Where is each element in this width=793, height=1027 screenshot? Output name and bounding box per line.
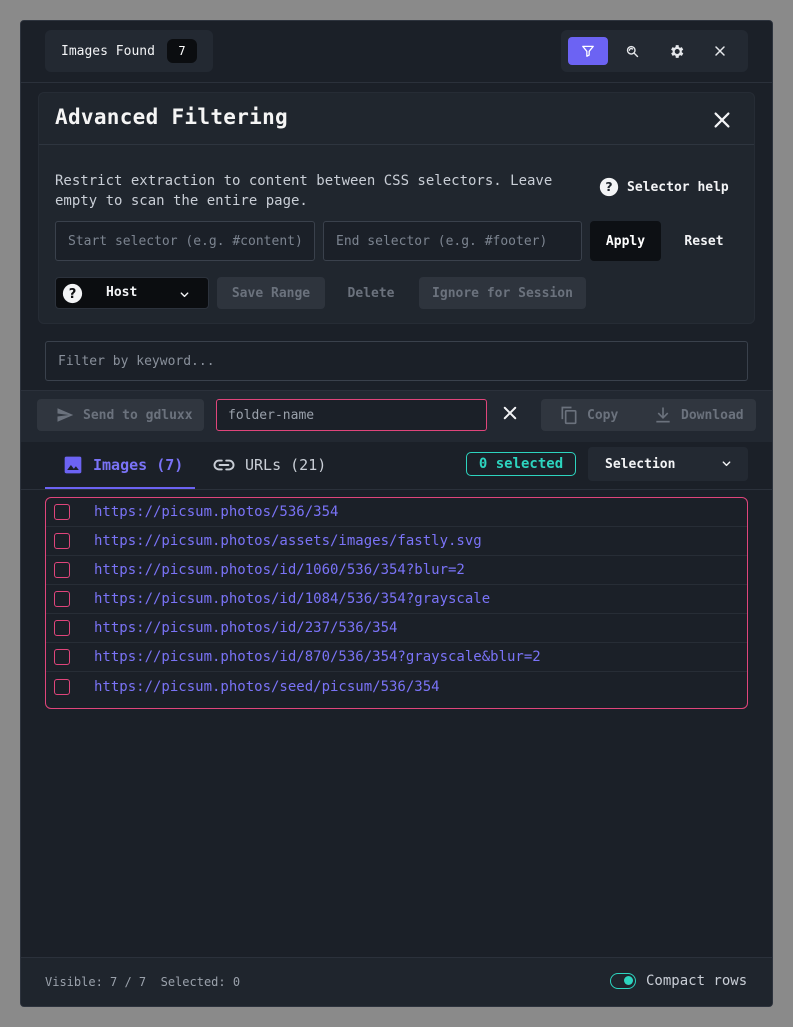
send-icon: [55, 406, 75, 424]
rescan-button[interactable]: [612, 37, 652, 65]
selection-dropdown[interactable]: Selection: [588, 447, 748, 481]
search-refresh-icon: [625, 44, 640, 59]
filter-button[interactable]: [568, 37, 608, 65]
ignore-session-button[interactable]: Ignore for Session: [419, 277, 586, 309]
row-checkbox[interactable]: [54, 649, 70, 665]
delete-button[interactable]: Delete: [335, 277, 407, 309]
close-panel-button[interactable]: [700, 37, 740, 65]
row-checkbox[interactable]: [54, 679, 70, 695]
selector-help-link[interactable]: ? Selector help: [599, 177, 729, 197]
top-bar: Images Found 7: [21, 21, 772, 83]
advanced-filtering-card: Advanced Filtering Restrict extraction t…: [38, 92, 755, 324]
download-icon: [653, 405, 673, 425]
list-item: https://picsum.photos/536/354: [46, 498, 747, 527]
url-list: https://picsum.photos/536/354 https://pi…: [45, 497, 748, 709]
reset-button[interactable]: Reset: [671, 221, 737, 261]
send-label: Send to gdluxx: [83, 408, 193, 423]
compact-rows-toggle[interactable]: Compact rows: [610, 973, 747, 989]
url-link[interactable]: https://picsum.photos/seed/picsum/536/35…: [94, 679, 440, 695]
row-checkbox[interactable]: [54, 533, 70, 549]
download-button[interactable]: Download: [653, 399, 744, 431]
divider: [39, 144, 754, 145]
tab-urls[interactable]: URLs (21): [213, 442, 326, 488]
gear-icon: [668, 43, 685, 60]
selected-count-badge: 0 selected: [466, 452, 576, 476]
list-item: https://picsum.photos/assets/images/fast…: [46, 527, 747, 556]
apply-button[interactable]: Apply: [590, 221, 661, 261]
end-selector-input[interactable]: [323, 221, 582, 261]
scope-select[interactable]: ? Host: [55, 277, 209, 309]
visibility-status: Visible: 7 / 7 Selected: 0: [45, 975, 240, 989]
compact-rows-label: Compact rows: [646, 973, 747, 989]
close-icon: [501, 404, 519, 422]
toggle-switch[interactable]: [610, 973, 636, 989]
images-found-label: Images Found: [61, 44, 155, 59]
row-checkbox[interactable]: [54, 504, 70, 520]
send-to-gdluxx-button[interactable]: Send to gdluxx: [37, 399, 204, 431]
filter-icon: [581, 44, 595, 58]
tab-images-label: Images (7): [93, 456, 183, 474]
tab-images[interactable]: Images (7): [45, 442, 195, 489]
extractor-panel: Images Found 7 Advanced Filtering Restri…: [20, 20, 773, 1007]
download-label: Download: [681, 408, 744, 423]
url-link[interactable]: https://picsum.photos/id/870/536/354?gra…: [94, 649, 541, 665]
images-found-count: 7: [167, 39, 197, 63]
list-item: https://picsum.photos/id/870/536/354?gra…: [46, 643, 747, 672]
url-link[interactable]: https://picsum.photos/id/237/536/354: [94, 620, 397, 636]
url-link[interactable]: https://picsum.photos/assets/images/fast…: [94, 533, 482, 549]
image-icon: [63, 455, 83, 475]
selector-help-label: Selector help: [627, 180, 729, 195]
list-item: https://picsum.photos/id/237/536/354: [46, 614, 747, 643]
row-checkbox[interactable]: [54, 591, 70, 607]
top-actions: [561, 30, 748, 72]
help-circle-icon: ?: [62, 283, 83, 304]
status-footer: Visible: 7 / 7 Selected: 0 Compact rows: [21, 957, 772, 1007]
advanced-description: Restrict extraction to content between C…: [55, 171, 585, 211]
chevron-down-icon: [721, 458, 732, 469]
copy-button[interactable]: Copy: [559, 399, 618, 431]
clear-folder-button[interactable]: [501, 404, 523, 426]
close-icon: [711, 109, 733, 131]
url-link[interactable]: https://picsum.photos/536/354: [94, 504, 338, 520]
copy-icon: [559, 404, 579, 426]
url-link[interactable]: https://picsum.photos/id/1060/536/354?bl…: [94, 562, 465, 578]
save-range-button[interactable]: Save Range: [217, 277, 325, 309]
settings-button[interactable]: [656, 37, 696, 65]
folder-name-input[interactable]: [216, 399, 487, 431]
images-found-pill: Images Found 7: [45, 30, 213, 72]
link-icon: [213, 458, 235, 472]
svg-text:?: ?: [605, 179, 612, 194]
copy-label: Copy: [587, 408, 618, 423]
list-item: https://picsum.photos/id/1060/536/354?bl…: [46, 556, 747, 585]
url-link[interactable]: https://picsum.photos/id/1084/536/354?gr…: [94, 591, 490, 607]
scope-select-value: Host: [106, 285, 137, 300]
tab-urls-label: URLs (21): [245, 456, 326, 474]
help-circle-icon: ?: [599, 177, 619, 197]
keyword-filter-input[interactable]: [45, 341, 748, 381]
selection-dropdown-value: Selection: [605, 457, 675, 472]
list-item: https://picsum.photos/id/1084/536/354?gr…: [46, 585, 747, 614]
advanced-filtering-title: Advanced Filtering: [55, 105, 288, 129]
tabs-row: Images (7) URLs (21) 0 selected Selectio…: [21, 442, 772, 490]
copy-download-group: Copy Download: [541, 399, 756, 431]
list-item: https://picsum.photos/seed/picsum/536/35…: [46, 672, 747, 701]
start-selector-input[interactable]: [55, 221, 315, 261]
chevron-down-icon: [179, 289, 190, 300]
svg-text:?: ?: [69, 287, 77, 302]
row-checkbox[interactable]: [54, 620, 70, 636]
row-checkbox[interactable]: [54, 562, 70, 578]
advanced-close-button[interactable]: [711, 109, 735, 133]
action-strip: Send to gdluxx Copy Download: [21, 390, 772, 450]
close-icon: [714, 45, 726, 57]
